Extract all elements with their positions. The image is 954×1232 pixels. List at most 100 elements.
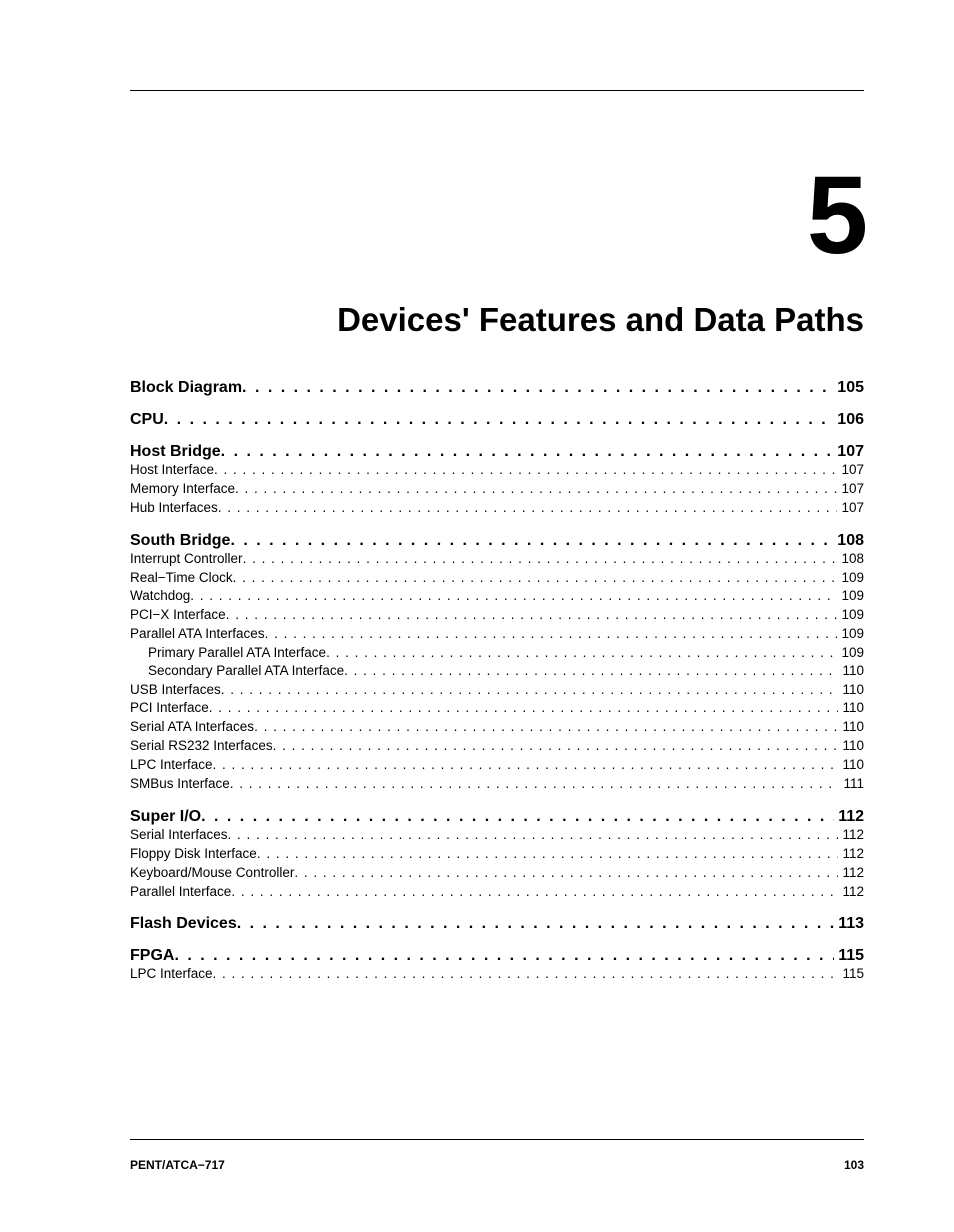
toc-entry-page: 106 bbox=[833, 411, 864, 429]
toc-entry-label: SMBus Interface bbox=[130, 775, 230, 794]
toc-leader-dots bbox=[164, 411, 834, 429]
toc-entry[interactable]: Interrupt Controller 108 bbox=[130, 550, 864, 569]
toc-entry[interactable]: Host Bridge 107 bbox=[130, 443, 864, 461]
toc-entry[interactable]: Parallel ATA Interfaces 109 bbox=[130, 625, 864, 644]
toc-entry[interactable]: South Bridge 108 bbox=[130, 532, 864, 550]
toc-entry[interactable]: USB Interfaces 110 bbox=[130, 681, 864, 700]
toc-leader-dots bbox=[257, 845, 839, 864]
toc-entry-label: Secondary Parallel ATA Interface bbox=[148, 662, 344, 680]
toc-entry-page: 112 bbox=[838, 826, 864, 845]
toc-entry[interactable]: CPU 106 bbox=[130, 411, 864, 429]
toc-entry-label: Hub Interfaces bbox=[130, 499, 218, 518]
toc-entry[interactable]: LPC Interface 115 bbox=[130, 965, 864, 984]
toc-entry-label: Host Bridge bbox=[130, 443, 221, 461]
toc-entry-label: Watchdog bbox=[130, 587, 190, 606]
toc-entry[interactable]: Real−Time Clock 109 bbox=[130, 569, 864, 588]
toc-entry-label: CPU bbox=[130, 411, 164, 429]
toc-entry-page: 110 bbox=[838, 662, 864, 680]
toc-entry-page: 115 bbox=[834, 947, 864, 965]
toc-leader-dots bbox=[230, 775, 840, 794]
toc-leader-dots bbox=[237, 915, 834, 933]
footer-doc-id: PENT/ATCA−717 bbox=[130, 1158, 225, 1172]
toc-entry-label: Parallel Interface bbox=[130, 883, 231, 902]
toc-entry[interactable]: LPC Interface 110 bbox=[130, 756, 864, 775]
toc-entry-label: Interrupt Controller bbox=[130, 550, 243, 569]
toc-entry[interactable]: Host Interface 107 bbox=[130, 461, 864, 480]
toc-entry-page: 112 bbox=[834, 808, 864, 826]
toc-entry[interactable]: FPGA 115 bbox=[130, 947, 864, 965]
toc-entry[interactable]: Primary Parallel ATA Interface 109 bbox=[148, 644, 864, 662]
toc-entry-label: Serial RS232 Interfaces bbox=[130, 737, 273, 756]
toc-entry-label: PCI Interface bbox=[130, 699, 209, 718]
toc-entry-label: Parallel ATA Interfaces bbox=[130, 625, 265, 644]
toc-leader-dots bbox=[233, 569, 838, 588]
toc-leader-dots bbox=[242, 379, 833, 397]
toc-leader-dots bbox=[235, 480, 837, 499]
toc-leader-dots bbox=[190, 587, 837, 606]
toc-entry[interactable]: Block Diagram 105 bbox=[130, 379, 864, 397]
toc-entry-page: 109 bbox=[837, 644, 864, 662]
toc-entry[interactable]: Keyboard/Mouse Controller 112 bbox=[130, 864, 864, 883]
toc-entry-page: 108 bbox=[837, 550, 864, 569]
toc-entry-page: 115 bbox=[838, 965, 864, 984]
toc-entry[interactable]: Secondary Parallel ATA Interface 110 bbox=[148, 662, 864, 680]
toc-entry-label: Serial Interfaces bbox=[130, 826, 228, 845]
toc-leader-dots bbox=[344, 662, 838, 680]
toc-entry[interactable]: Flash Devices 113 bbox=[130, 915, 864, 933]
toc-entry-page: 112 bbox=[838, 864, 864, 883]
toc-entry-page: 109 bbox=[837, 587, 864, 606]
toc-entry[interactable]: SMBus Interface 111 bbox=[130, 775, 864, 794]
toc-entry[interactable]: PCI−X Interface 109 bbox=[130, 606, 864, 625]
toc-entry[interactable]: Parallel Interface 112 bbox=[130, 883, 864, 902]
toc-entry[interactable]: Serial RS232 Interfaces 110 bbox=[130, 737, 864, 756]
toc-entry[interactable]: PCI Interface 110 bbox=[130, 699, 864, 718]
toc-entry-label: South Bridge bbox=[130, 532, 230, 550]
toc-entry-label: Flash Devices bbox=[130, 915, 237, 933]
toc-leader-dots bbox=[221, 681, 839, 700]
toc-leader-dots bbox=[243, 550, 838, 569]
toc-entry[interactable]: Serial ATA Interfaces 110 bbox=[130, 718, 864, 737]
toc-leader-dots bbox=[226, 606, 838, 625]
toc-entry-page: 113 bbox=[834, 915, 864, 933]
toc-entry-page: 109 bbox=[837, 625, 864, 644]
toc-entry-page: 110 bbox=[838, 737, 864, 756]
toc-entry[interactable]: Hub Interfaces 107 bbox=[130, 499, 864, 518]
toc-entry-page: 107 bbox=[833, 443, 864, 461]
toc-leader-dots bbox=[294, 864, 838, 883]
toc-entry-label: FPGA bbox=[130, 947, 174, 965]
toc-leader-dots bbox=[209, 699, 839, 718]
toc-entry-page: 107 bbox=[837, 499, 864, 518]
toc-entry-label: Super I/O bbox=[130, 808, 201, 826]
toc-leader-dots bbox=[218, 499, 838, 518]
top-rule bbox=[130, 90, 864, 91]
toc-entry-page: 109 bbox=[837, 569, 864, 588]
toc-entry[interactable]: Floppy Disk Interface 112 bbox=[130, 845, 864, 864]
toc-entry-label: Serial ATA Interfaces bbox=[130, 718, 254, 737]
toc-entry-label: Keyboard/Mouse Controller bbox=[130, 864, 294, 883]
table-of-contents: Block Diagram 105CPU 106Host Bridge 107H… bbox=[130, 379, 864, 984]
toc-entry-label: Primary Parallel ATA Interface bbox=[148, 644, 326, 662]
page-footer: PENT/ATCA−717 103 bbox=[130, 1139, 864, 1172]
toc-entry-page: 108 bbox=[833, 532, 864, 550]
toc-entry-label: Memory Interface bbox=[130, 480, 235, 499]
toc-entry-label: Real−Time Clock bbox=[130, 569, 233, 588]
toc-entry-page: 107 bbox=[837, 480, 864, 499]
toc-leader-dots bbox=[265, 625, 838, 644]
toc-entry-page: 110 bbox=[838, 699, 864, 718]
toc-leader-dots bbox=[201, 808, 834, 826]
toc-entry-page: 110 bbox=[838, 681, 864, 700]
toc-entry-label: Host Interface bbox=[130, 461, 214, 480]
toc-entry[interactable]: Serial Interfaces 112 bbox=[130, 826, 864, 845]
toc-leader-dots bbox=[230, 532, 833, 550]
toc-entry[interactable]: Watchdog 109 bbox=[130, 587, 864, 606]
toc-leader-dots bbox=[326, 644, 837, 662]
toc-leader-dots bbox=[231, 883, 838, 902]
toc-leader-dots bbox=[214, 461, 837, 480]
toc-leader-dots bbox=[254, 718, 838, 737]
toc-entry[interactable]: Super I/O 112 bbox=[130, 808, 864, 826]
toc-leader-dots bbox=[213, 965, 839, 984]
toc-leader-dots bbox=[221, 443, 834, 461]
toc-entry[interactable]: Memory Interface 107 bbox=[130, 480, 864, 499]
chapter-number: 5 bbox=[130, 161, 864, 271]
toc-entry-page: 107 bbox=[837, 461, 864, 480]
